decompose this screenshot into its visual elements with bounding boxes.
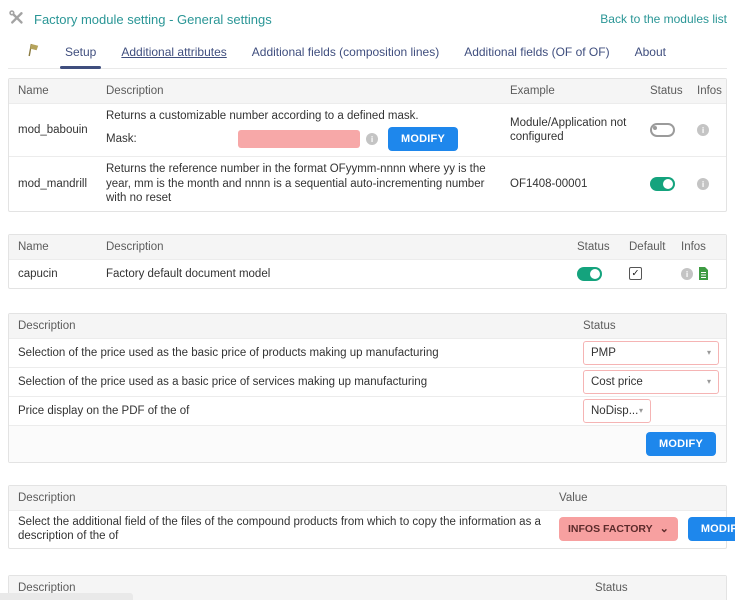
select-value: Cost price [591,375,643,389]
modify-mask-button[interactable]: MODIFY [388,127,458,151]
table-header-row: Description Status [9,314,726,338]
table-header-row: Name Description Status Default Infos [9,235,726,259]
option-description: Price display on the PDF of the of [9,404,574,418]
option-description: Selection of the price used as the basic… [9,346,574,360]
module-description: Returns a customizable number according … [106,109,492,123]
factory-module-icon [26,43,40,60]
tab-additional-fields-composition-lines-label: Additional fields (composition lines) [252,45,439,59]
modify-options-button[interactable]: MODIFY [646,432,716,456]
column-header-example: Example [501,85,641,97]
field-description: Select the additional field of the files… [9,515,550,544]
model-name: capucin [9,267,97,281]
info-icon[interactable]: i [681,268,693,280]
table-row: mod_mandrill Returns the reference numbe… [9,156,726,210]
table-row: capucin Factory default document model ✓… [9,259,726,288]
tab-about[interactable]: About [635,45,666,68]
tab-additional-attributes-label: Additional attributes [121,45,226,59]
table-header-row: Description Value [9,486,726,510]
option-description: Selection of the price used as a basic p… [9,375,574,389]
module-name: mod_mandrill [9,177,97,191]
column-header-status: Status [574,320,726,332]
product-price-select[interactable]: PMP ▾ [583,341,719,365]
tab-additional-attributes[interactable]: Additional attributes [121,45,226,68]
mask-label: Mask: [106,132,238,146]
column-header-default: Default [620,241,672,253]
select-value: PMP [591,346,616,360]
info-icon[interactable]: i [366,133,378,145]
infos-factory-select[interactable]: INFOS FACTORY ⌄ [559,517,678,541]
back-to-modules-link[interactable]: Back to the modules list [600,12,727,26]
table-row: Price display on the PDF of the of NoDis… [9,396,726,425]
column-header-description: Description [9,582,586,594]
default-checkbox-checked[interactable]: ✓ [629,267,642,280]
info-icon[interactable]: i [697,178,709,190]
table-row: Selection of the price used as a basic p… [9,367,726,396]
example-value: Module/Application not configured [501,116,641,145]
chevron-down-icon: ⌄ [660,524,669,534]
column-header-description: Description [97,241,568,253]
tab-additional-fields-composition-lines[interactable]: Additional fields (composition lines) [252,45,439,68]
caret-down-icon: ▾ [707,377,711,387]
caret-down-icon: ▾ [707,348,711,358]
example-value: OF1408-00001 [501,177,641,191]
numbering-modules-table: Name Description Example Status Infos mo… [8,78,727,212]
toggle-knob [663,179,673,189]
status-toggle-on[interactable] [577,267,602,281]
modify-value-button[interactable]: MODIFY [688,517,735,541]
tab-setup-label: Setup [65,45,96,59]
table-row: mod_babouin Returns a customizable numbe… [9,103,726,156]
tab-additional-fields-of-of-of-label: Additional fields (OF of OF) [464,45,609,59]
tab-additional-fields-of-of-of[interactable]: Additional fields (OF of OF) [464,45,609,68]
column-header-status: Status [586,582,726,594]
column-header-description: Description [9,492,550,504]
select-value: INFOS FACTORY [568,523,653,536]
column-header-infos: Infos [688,85,726,97]
toggle-knob [653,126,657,130]
column-header-infos: Infos [672,241,726,253]
tab-about-label: About [635,45,666,59]
tools-icon [8,9,25,29]
column-header-value: Value [550,492,726,504]
column-header-description: Description [97,85,501,97]
module-description: Returns the reference number in the form… [97,162,501,205]
table-header-row: Name Description Example Status Infos [9,79,726,103]
column-header-status: Status [641,85,688,97]
caret-down-icon: ▾ [639,406,643,416]
pdf-price-display-select[interactable]: NoDisp... ▾ [583,399,651,423]
document-models-table: Name Description Status Default Infos ca… [8,234,727,289]
table-row: Select the additional field of the files… [9,510,726,548]
table-row: Selection of the price used as the basic… [9,338,726,367]
page-header: Factory module setting - General setting… [8,8,727,30]
document-preview-icon[interactable] [698,267,709,280]
tab-setup[interactable]: Setup [65,45,96,68]
column-header-status: Status [568,241,620,253]
service-price-select[interactable]: Cost price ▾ [583,370,719,394]
price-options-table: Description Status Selection of the pric… [8,313,727,463]
settings-page: Factory module setting - General setting… [0,0,735,600]
toggle-knob [590,269,600,279]
info-icon[interactable]: i [697,124,709,136]
column-header-name: Name [9,85,97,97]
additional-field-table: Description Value Select the additional … [8,485,727,549]
column-header-name: Name [9,241,97,253]
tab-bar: Setup Additional attributes Additional f… [8,43,727,69]
mask-input[interactable] [238,130,360,148]
column-header-description: Description [9,320,574,332]
status-toggle-off[interactable] [650,123,675,137]
module-name: mod_babouin [9,123,97,137]
browser-status-bar [0,593,133,600]
status-toggle-on[interactable] [650,177,675,191]
page-title: Factory module setting - General setting… [34,12,272,27]
select-value: NoDisp... [591,404,638,418]
table-footer-row: MODIFY [9,425,726,462]
model-description: Factory default document model [97,267,568,281]
